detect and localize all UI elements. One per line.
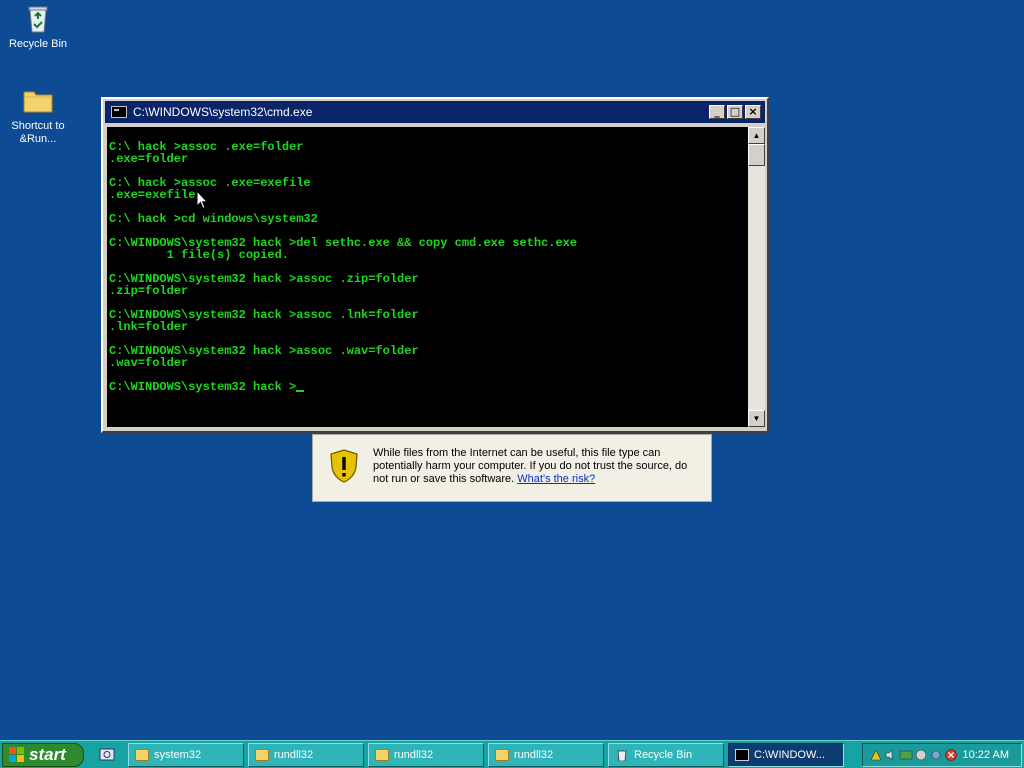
- console-line: C:\ hack >cd windows\system32: [109, 212, 318, 226]
- folder-icon: [255, 749, 269, 761]
- taskbar-button-rundll32-2[interactable]: rundll32: [368, 743, 484, 767]
- minimize-button[interactable]: _: [709, 105, 725, 119]
- task-label: rundll32: [274, 749, 314, 761]
- console-line: .zip=folder: [109, 284, 189, 298]
- folder-icon: [375, 749, 389, 761]
- clock[interactable]: 10:22 AM: [963, 749, 1009, 761]
- task-label: C:\WINDOW...: [754, 749, 825, 761]
- taskbar: start system32 rundll32 rundll32 rundll3…: [0, 740, 1024, 768]
- shield-warning-icon: [330, 449, 358, 483]
- cmd-titlebar[interactable]: C:\WINDOWS\system32\cmd.exe _ □ ×: [105, 101, 765, 123]
- console-line: C:\WINDOWS\system32 hack >assoc .zip=fol…: [109, 272, 419, 286]
- taskbar-button-rundll32-1[interactable]: rundll32: [248, 743, 364, 767]
- close-button[interactable]: ×: [745, 105, 761, 119]
- taskbar-button-recycle-bin[interactable]: Recycle Bin: [608, 743, 724, 767]
- console-line: .exe=folder: [109, 152, 189, 166]
- console-line: .wav=folder: [109, 356, 189, 370]
- desktop-icon-label-line2: &Run...: [19, 133, 57, 145]
- start-label: start: [29, 745, 66, 764]
- console-line: C:\WINDOWS\system32 hack >assoc .wav=fol…: [109, 344, 419, 358]
- cmd-icon: [111, 106, 127, 118]
- task-label: Recycle Bin: [634, 749, 693, 761]
- alert-icon[interactable]: [944, 748, 958, 762]
- task-label: rundll32: [394, 749, 434, 761]
- text-cursor: [296, 390, 305, 392]
- console-line: C:\WINDOWS\system32 hack >assoc .lnk=fol…: [109, 308, 419, 322]
- console-line: .lnk=folder: [109, 320, 189, 334]
- scroll-thumb[interactable]: [748, 144, 765, 166]
- settings-icon[interactable]: [929, 748, 943, 762]
- console-line: 1 file(s) copied.: [109, 248, 290, 262]
- console-output[interactable]: C:\ hack >assoc .exe=folder .exe=folder C:…: [107, 127, 748, 427]
- recycle-bin-icon: [28, 6, 48, 33]
- cmd-icon: [735, 749, 749, 761]
- taskbar-button-system32[interactable]: system32: [128, 743, 244, 767]
- console-line: C:\ hack >assoc .exe=exefile: [109, 176, 311, 190]
- vertical-scrollbar[interactable]: ▲ ▼: [748, 127, 765, 427]
- whats-the-risk-link[interactable]: What's the risk?: [517, 473, 595, 485]
- folder-icon: [135, 749, 149, 761]
- network-icon[interactable]: [869, 748, 883, 762]
- mouse-pointer-icon: [196, 190, 208, 210]
- scroll-down-arrow-icon[interactable]: ▼: [748, 410, 765, 427]
- console-prompt: C:\WINDOWS\system32 hack >: [109, 380, 297, 394]
- cmd-window-title: C:\WINDOWS\system32\cmd.exe: [133, 105, 313, 119]
- security-warning-panel: While files from the Internet can be use…: [312, 434, 712, 502]
- desktop-icon-recycle-bin[interactable]: Recycle Bin: [0, 2, 76, 51]
- console-line: C:\ hack >assoc .exe=folder: [109, 140, 304, 154]
- maximize-button[interactable]: □: [727, 105, 743, 119]
- display-icon[interactable]: [899, 748, 913, 762]
- start-button[interactable]: start: [2, 743, 84, 767]
- warning-text: While files from the Internet can be use…: [373, 447, 703, 486]
- show-desktop-icon[interactable]: [98, 746, 116, 764]
- security-icon[interactable]: [914, 748, 928, 762]
- volume-icon[interactable]: [884, 748, 898, 762]
- folder-icon: [495, 749, 509, 761]
- task-label: rundll32: [514, 749, 554, 761]
- taskbar-button-cmd[interactable]: C:\WINDOW...: [728, 743, 844, 767]
- task-label: system32: [154, 749, 202, 761]
- scroll-up-arrow-icon[interactable]: ▲: [748, 127, 765, 144]
- desktop-icon-shortcut-run[interactable]: Shortcut to &Run...: [0, 84, 76, 146]
- cmd-window: C:\WINDOWS\system32\cmd.exe _ □ × C:\ ha…: [101, 97, 769, 433]
- desktop-icon-label: Recycle Bin: [8, 38, 68, 50]
- console-prompt-line: C:\WINDOWS\system32 hack >: [109, 381, 748, 393]
- desktop-icon-label-line1: Shortcut to: [11, 120, 65, 132]
- windows-flag-icon: [9, 747, 25, 763]
- system-tray: 10:22 AM: [862, 743, 1022, 767]
- taskbar-button-rundll32-3[interactable]: rundll32: [488, 743, 604, 767]
- folder-icon: [23, 91, 53, 113]
- recycle-bin-icon: [617, 750, 627, 761]
